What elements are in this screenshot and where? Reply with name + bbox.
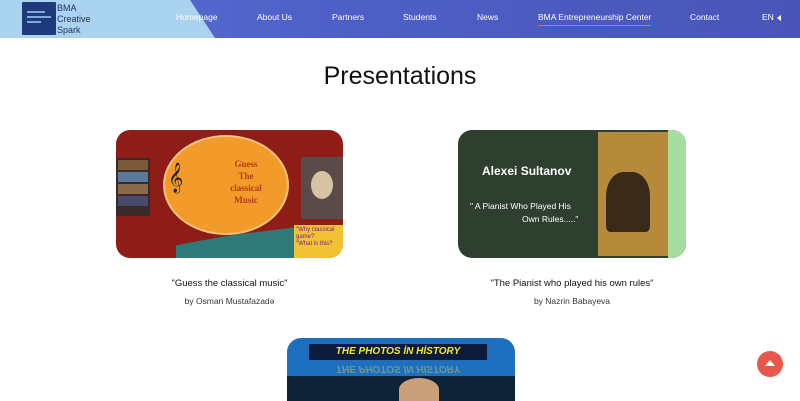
quote-line: Own Rules....." [522, 214, 579, 224]
nav-partners[interactable]: Partners [332, 12, 364, 22]
presentation-card-image[interactable]: Alexei Sultanov " A Pianist Who Played H… [458, 130, 686, 258]
image-text-line: The [238, 171, 254, 181]
logo-line: Spark [57, 25, 81, 35]
page-title: Presentations [323, 62, 477, 90]
treble-clef-icon: 𝄞 [168, 162, 184, 192]
logo-line: Creative [57, 14, 91, 24]
image-text: Guess The classical Music [206, 158, 286, 206]
image-text-line: Guess [234, 159, 258, 169]
logo-text[interactable]: BMA Creative Spark [57, 3, 91, 36]
logo-icon[interactable] [22, 2, 56, 35]
image-text-line: Music [234, 195, 258, 205]
nav-contact[interactable]: Contact [690, 12, 719, 22]
presentation-card-image[interactable]: 𝄞 Guess The classical Music "Why classic… [116, 130, 343, 258]
image-heading: Alexei Sultanov [482, 164, 572, 178]
pianist-figure [606, 172, 650, 232]
logo-line: BMA [57, 3, 77, 13]
presentation-author: by Osman Mustafazadə [184, 296, 275, 306]
note-line: game? [296, 234, 315, 240]
image-quote: " A Pianist Who Played His Own Rules....… [470, 200, 600, 226]
pianist-photo [598, 132, 668, 256]
scroll-to-top-button[interactable] [757, 351, 783, 377]
yellow-note: "Why classical game? "What is this? [294, 225, 343, 258]
photo-figure [399, 378, 439, 401]
image-text-line: classical [230, 183, 262, 193]
portrait-face [311, 171, 333, 199]
green-edge [668, 130, 686, 258]
note-line: "What is this? [296, 241, 333, 247]
composer-portrait [301, 157, 343, 219]
presentation-author: by Nazrin Babayeva [533, 296, 611, 306]
nav-about-us[interactable]: About Us [257, 12, 292, 22]
note-line: "Why classical [296, 227, 335, 233]
nav-entrepreneurship-center[interactable]: BMA Entrepreneurship Center [538, 12, 652, 26]
quote-line: " A Pianist Who Played His [470, 201, 571, 211]
nav-homepage[interactable]: Homepage [176, 12, 218, 22]
site-header: BMA Creative Spark Homepage About Us Par… [0, 0, 800, 38]
image-banner-reflection: THE PHOTOS İN HİSTORY [335, 363, 461, 374]
caret-left-icon[interactable] [777, 15, 781, 21]
image-banner: THE PHOTOS İN HİSTORY [309, 344, 487, 360]
nav-news[interactable]: News [477, 12, 498, 22]
presentation-title[interactable]: "The Pianist who played his own rules" [440, 278, 704, 289]
presentation-title[interactable]: "Guess the classical music" [116, 278, 343, 289]
nav-students[interactable]: Students [403, 12, 437, 22]
presentation-card-image[interactable]: THE PHOTOS İN HİSTORY THE PHOTOS İN HİST… [287, 338, 515, 401]
photo-collage [116, 158, 150, 216]
language-selector[interactable]: EN [762, 12, 774, 22]
